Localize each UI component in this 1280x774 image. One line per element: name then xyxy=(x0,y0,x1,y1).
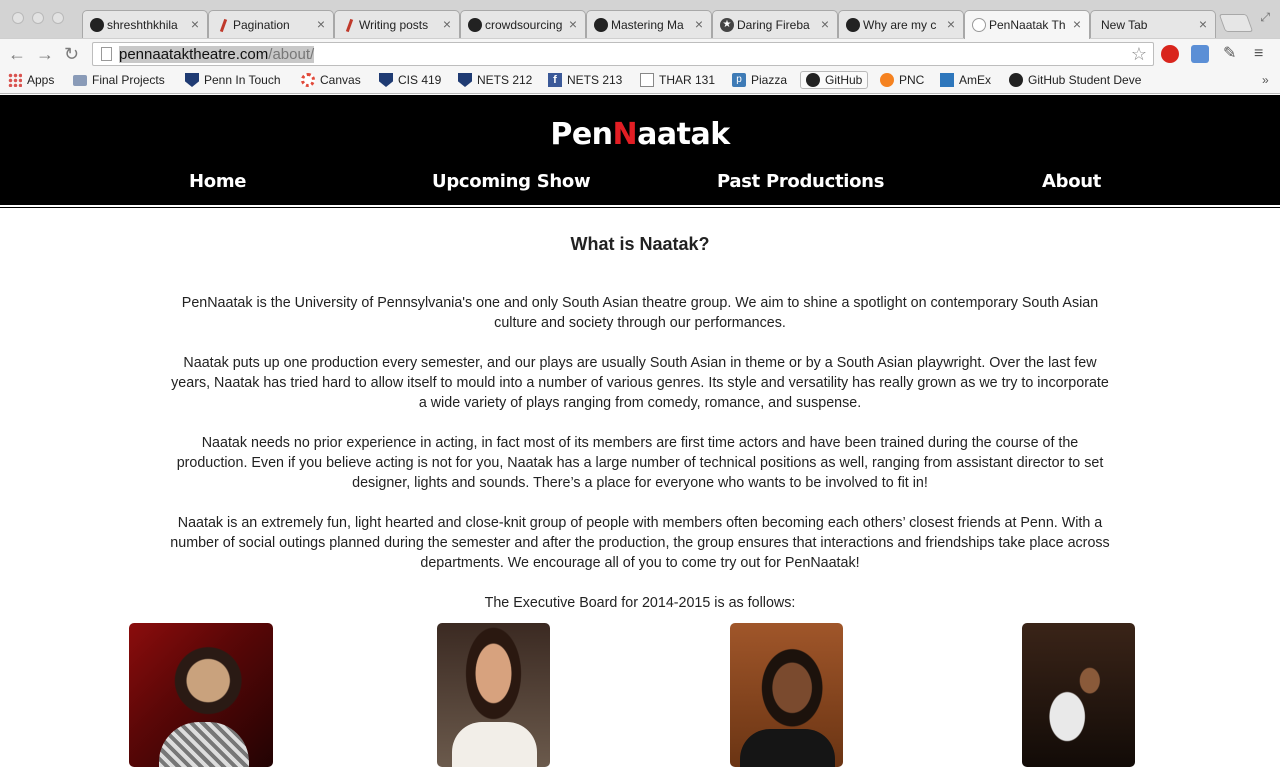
tab-title: Daring Fireba xyxy=(737,18,810,32)
about-paragraph: Naatak is an extremely fun, light hearte… xyxy=(170,515,1110,571)
bookmark-nets-213[interactable]: f NETS 213 xyxy=(548,73,622,87)
extension-icon[interactable] xyxy=(1191,45,1209,63)
github-icon xyxy=(1009,73,1023,87)
tab-close-icon[interactable]: × xyxy=(1073,16,1081,32)
browser-tab[interactable]: shreshthkhila × xyxy=(82,10,208,38)
close-window-button[interactable] xyxy=(12,12,24,24)
document-icon xyxy=(640,73,654,87)
bookmark-star-icon[interactable]: ☆ xyxy=(1131,44,1147,65)
nav-home[interactable]: Home xyxy=(189,171,247,192)
page-title: What is Naatak? xyxy=(570,234,710,254)
bookmarks-bar: Apps Final Projects Penn In Touch Canvas… xyxy=(0,68,1280,94)
github-icon xyxy=(89,17,105,33)
nav-past-productions[interactable]: Past Productions xyxy=(717,171,884,192)
bookmark-pnc[interactable]: PNC xyxy=(880,73,924,87)
apps-icon xyxy=(8,73,22,87)
new-tab-button[interactable] xyxy=(1218,14,1254,32)
pen-icon xyxy=(341,17,357,33)
tab-title: Pagination xyxy=(233,18,290,32)
browser-tab-strip: shreshthkhila × Pagination × Writing pos… xyxy=(0,0,1280,39)
tab-close-icon[interactable]: × xyxy=(821,16,829,32)
about-paragraph: PenNaatak is the University of Pennsylva… xyxy=(181,295,1099,331)
bookmark-amex[interactable]: AmEx xyxy=(940,73,991,87)
tab-title: shreshthkhila xyxy=(107,18,178,32)
forward-icon[interactable]: → xyxy=(36,43,54,65)
address-url[interactable]: pennaataktheatre.com/about/ xyxy=(119,46,315,63)
amex-icon xyxy=(940,73,954,87)
bookmark-canvas[interactable]: Canvas xyxy=(301,73,361,87)
bookmark-thar-131[interactable]: THAR 131 xyxy=(640,73,715,87)
menu-icon[interactable]: ≡ xyxy=(1254,45,1272,63)
bookmark-github[interactable]: GitHub xyxy=(800,71,869,89)
github-icon xyxy=(845,17,861,33)
tab-title: PenNaatak Th xyxy=(989,18,1066,32)
about-paragraph: Naatak needs no prior experience in acti… xyxy=(176,435,1104,491)
board-member-photo xyxy=(730,623,843,767)
folder-icon xyxy=(73,74,87,86)
tab-close-icon[interactable]: × xyxy=(191,16,199,32)
bookmark-nets-212[interactable]: NETS 212 xyxy=(458,73,532,87)
tab-close-icon[interactable]: × xyxy=(695,16,703,32)
nav-upcoming-show[interactable]: Upcoming Show xyxy=(432,171,591,192)
tab-title: Writing posts xyxy=(359,18,429,32)
browser-tab[interactable]: crowdsourcing × xyxy=(460,10,586,38)
browser-tab[interactable]: ★ Daring Fireba × xyxy=(712,10,838,38)
stop-extension-icon[interactable] xyxy=(1161,45,1179,63)
tab-close-icon[interactable]: × xyxy=(1199,16,1207,32)
tab-title: Mastering Ma xyxy=(611,18,684,32)
browser-tab[interactable]: New Tab × xyxy=(1090,10,1216,38)
tab-title: Why are my c xyxy=(863,18,937,32)
tab-title: New Tab xyxy=(1101,18,1148,32)
site-header: PenNaatak Home Upcoming Show Past Produc… xyxy=(0,95,1280,208)
reload-icon[interactable]: ↻ xyxy=(64,43,79,65)
bookmarks-overflow-icon[interactable]: » xyxy=(1262,73,1269,87)
back-icon[interactable]: ← xyxy=(8,43,26,65)
tab-close-icon[interactable]: × xyxy=(569,16,577,32)
fullscreen-icon[interactable]: ⤢ xyxy=(1260,10,1270,25)
github-icon xyxy=(806,73,820,87)
penn-shield-icon xyxy=(379,73,393,87)
facebook-icon: f xyxy=(548,73,562,87)
wrench-extension-icon[interactable]: ✎ xyxy=(1223,45,1241,63)
canvas-icon xyxy=(301,73,315,87)
bookmark-github-student[interactable]: GitHub Student Deve xyxy=(1009,73,1141,87)
bookmark-piazza[interactable]: p Piazza xyxy=(732,73,787,87)
zoom-window-button[interactable] xyxy=(52,12,64,24)
site-logo[interactable]: PenNaatak xyxy=(0,117,1280,152)
piazza-icon: p xyxy=(732,73,746,87)
browser-tab-active[interactable]: PenNaatak Th × xyxy=(964,10,1090,39)
pnc-icon xyxy=(880,73,894,87)
board-intro: The Executive Board for 2014-2015 is as … xyxy=(484,595,796,611)
github-icon xyxy=(593,17,609,33)
pen-icon xyxy=(215,17,231,33)
address-bar[interactable]: pennaataktheatre.com/about/ ☆ xyxy=(92,42,1154,66)
penn-shield-icon xyxy=(185,73,199,87)
minimize-window-button[interactable] xyxy=(32,12,44,24)
bookmark-final-projects[interactable]: Final Projects xyxy=(73,73,165,87)
browser-tab[interactable]: Why are my c × xyxy=(838,10,964,38)
penn-shield-icon xyxy=(458,73,472,87)
tab-close-icon[interactable]: × xyxy=(317,16,325,32)
browser-tab[interactable]: Writing posts × xyxy=(334,10,460,38)
bookmark-apps[interactable]: Apps xyxy=(8,73,54,87)
bookmark-cis-419[interactable]: CIS 419 xyxy=(379,73,441,87)
about-paragraph: Naatak puts up one production every seme… xyxy=(171,355,1109,411)
board-member-photo xyxy=(129,623,273,767)
page-icon xyxy=(101,47,112,61)
board-member-photo xyxy=(1022,623,1135,767)
github-icon xyxy=(467,17,483,33)
browser-toolbar: ← → ↻ pennaataktheatre.com/about/ ☆ ✎ ≡ xyxy=(0,38,1280,68)
tab-title: crowdsourcing xyxy=(485,18,563,32)
tab-close-icon[interactable]: × xyxy=(947,16,955,32)
bookmark-penn-in-touch[interactable]: Penn In Touch xyxy=(185,73,281,87)
star-icon: ★ xyxy=(719,17,735,33)
browser-tab[interactable]: Mastering Ma × xyxy=(586,10,712,38)
browser-tab[interactable]: Pagination × xyxy=(208,10,334,38)
tab-close-icon[interactable]: × xyxy=(443,16,451,32)
nav-about[interactable]: About xyxy=(1042,171,1101,192)
pennaatak-icon xyxy=(971,17,987,33)
about-content: What is Naatak? PenNaatak is the Univers… xyxy=(170,233,1110,633)
board-member-photo xyxy=(437,623,550,767)
